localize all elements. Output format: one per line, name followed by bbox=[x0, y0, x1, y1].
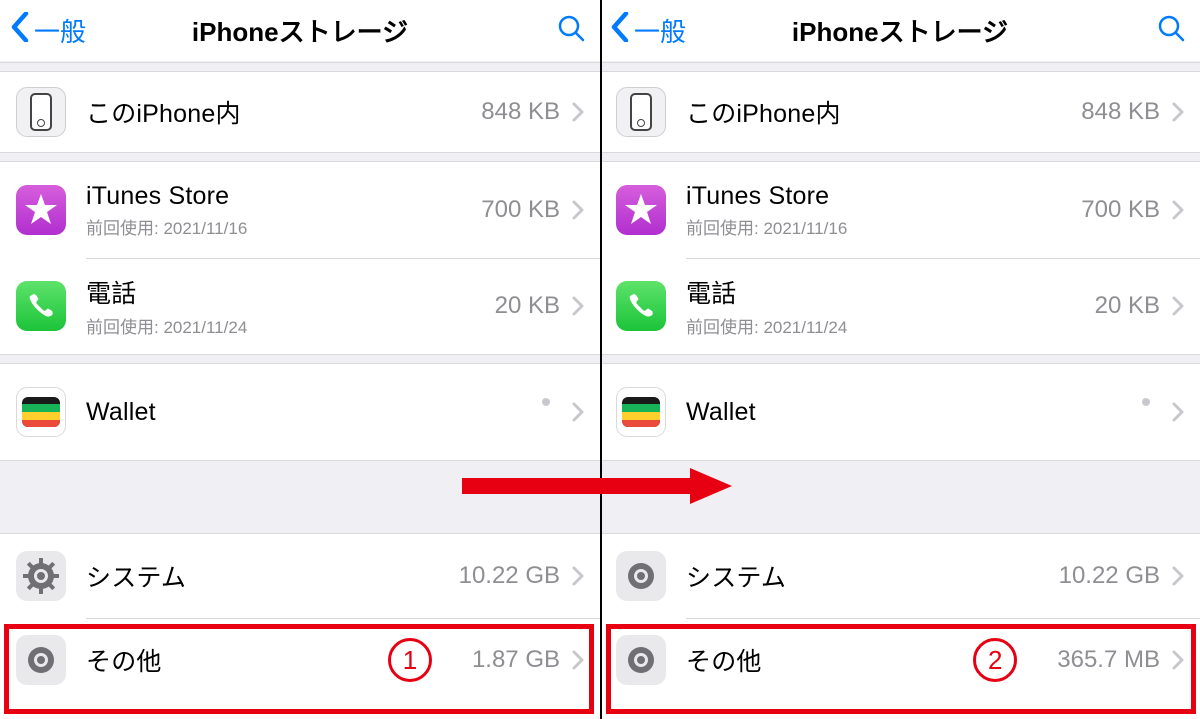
row-size: 20 KB bbox=[1095, 292, 1160, 320]
chevron-right-icon bbox=[572, 402, 584, 422]
section-separator bbox=[0, 354, 600, 364]
row-size: 20 KB bbox=[495, 292, 560, 320]
row-subtitle: 前回使用: 2021/11/24 bbox=[86, 313, 495, 338]
app-list: このiPhone内 848 KB iTunes Store 前回使用: 2021/… bbox=[600, 72, 1200, 460]
star-icon bbox=[16, 185, 66, 235]
section-separator bbox=[600, 62, 1200, 72]
row-title: Wallet bbox=[686, 398, 1132, 427]
storage-row-system[interactable]: システム 10.22 GB bbox=[600, 534, 1200, 618]
back-button[interactable]: 一般 bbox=[10, 12, 86, 49]
row-title: 電話 bbox=[86, 274, 495, 310]
row-title: その他 bbox=[86, 642, 378, 678]
chevron-right-icon bbox=[1172, 566, 1184, 586]
row-size: 700 KB bbox=[481, 196, 560, 224]
chevron-right-icon bbox=[572, 296, 584, 316]
page-title: iPhoneストレージ bbox=[792, 12, 1008, 49]
search-icon bbox=[556, 30, 586, 47]
chevron-right-icon bbox=[572, 566, 584, 586]
storage-row-phone[interactable]: 電話前回使用: 2021/11/24 20 KB bbox=[600, 258, 1200, 354]
row-title: このiPhone内 bbox=[686, 94, 1081, 130]
page-title: iPhoneストレージ bbox=[192, 12, 408, 49]
chevron-left-icon bbox=[10, 12, 30, 49]
row-title: システム bbox=[86, 558, 459, 594]
phone-icon bbox=[616, 281, 666, 331]
wallet-icon bbox=[16, 387, 66, 437]
section-separator bbox=[600, 152, 1200, 162]
system-list: システム 10.22 GB その他 1 1.87 GB bbox=[0, 534, 600, 702]
chevron-right-icon bbox=[1172, 402, 1184, 422]
spinner-icon bbox=[1132, 398, 1160, 426]
callout-badge: 1 bbox=[388, 638, 432, 682]
system-list: システム 10.22 GB その他 2 365.7 MB bbox=[600, 534, 1200, 702]
chevron-right-icon bbox=[572, 200, 584, 220]
storage-row-wallet[interactable]: Wallet bbox=[600, 364, 1200, 460]
section-gap bbox=[0, 460, 600, 534]
navbar: 一般 iPhoneストレージ bbox=[0, 0, 600, 62]
spinner-icon bbox=[532, 398, 560, 426]
gear-icon bbox=[616, 551, 666, 601]
storage-row-system[interactable]: システム 10.22 GB bbox=[0, 534, 600, 618]
row-size: 10.22 GB bbox=[459, 562, 560, 590]
storage-row-oniphone[interactable]: このiPhone内 848 KB bbox=[600, 72, 1200, 152]
row-title: iTunes Store bbox=[86, 182, 481, 211]
row-size: 365.7 MB bbox=[1057, 646, 1160, 674]
storage-row-itunes[interactable]: iTunes Store 前回使用: 2021/11/16 700 KB bbox=[600, 162, 1200, 258]
chevron-right-icon bbox=[1172, 650, 1184, 670]
search-button[interactable] bbox=[1156, 13, 1186, 48]
storage-row-other[interactable]: その他 1 1.87 GB bbox=[0, 618, 600, 702]
chevron-left-icon bbox=[610, 12, 630, 49]
row-title: その他 bbox=[686, 642, 963, 678]
chevron-right-icon bbox=[1172, 102, 1184, 122]
storage-row-itunes[interactable]: iTunes Store 前回使用: 2021/11/16 700 KB bbox=[0, 162, 600, 258]
row-size: 10.22 GB bbox=[1059, 562, 1160, 590]
back-label: 一般 bbox=[34, 12, 86, 49]
pane-divider bbox=[600, 0, 602, 719]
row-size: 848 KB bbox=[1081, 98, 1160, 126]
star-icon bbox=[616, 185, 666, 235]
row-title: Wallet bbox=[86, 398, 532, 427]
row-title: 電話 bbox=[686, 274, 1095, 310]
row-size: 1.87 GB bbox=[472, 646, 560, 674]
chevron-right-icon bbox=[572, 650, 584, 670]
storage-row-oniphone[interactable]: このiPhone内 848 KB bbox=[0, 72, 600, 152]
row-title: このiPhone内 bbox=[86, 94, 481, 130]
wallet-icon bbox=[616, 387, 666, 437]
gear-icon bbox=[16, 635, 66, 685]
chevron-right-icon bbox=[1172, 296, 1184, 316]
callout-badge: 2 bbox=[973, 638, 1017, 682]
section-separator bbox=[600, 354, 1200, 364]
search-button[interactable] bbox=[556, 13, 586, 48]
oniphone-icon bbox=[16, 87, 66, 137]
back-button[interactable]: 一般 bbox=[610, 12, 686, 49]
phone-icon bbox=[16, 281, 66, 331]
pane-left: 一般 iPhoneストレージ このiPhone内 848 KB iTunes S… bbox=[0, 0, 600, 719]
storage-row-other[interactable]: その他 2 365.7 MB bbox=[600, 618, 1200, 702]
gear-icon bbox=[16, 551, 66, 601]
navbar: 一般 iPhoneストレージ bbox=[600, 0, 1200, 62]
row-size: 848 KB bbox=[481, 98, 560, 126]
row-size: 700 KB bbox=[1081, 196, 1160, 224]
storage-row-wallet[interactable]: Wallet bbox=[0, 364, 600, 460]
back-label: 一般 bbox=[634, 12, 686, 49]
search-icon bbox=[1156, 30, 1186, 47]
chevron-right-icon bbox=[572, 102, 584, 122]
row-title: iTunes Store bbox=[686, 182, 1081, 211]
row-subtitle: 前回使用: 2021/11/16 bbox=[686, 214, 1081, 239]
section-gap bbox=[600, 460, 1200, 534]
gear-icon bbox=[616, 635, 666, 685]
section-separator bbox=[0, 62, 600, 72]
app-list: このiPhone内 848 KB iTunes Store 前回使用: 2021/… bbox=[0, 72, 600, 460]
pane-right: 一般 iPhoneストレージ このiPhone内 848 KB iTunes S… bbox=[600, 0, 1200, 719]
chevron-right-icon bbox=[1172, 200, 1184, 220]
storage-row-phone[interactable]: 電話前回使用: 2021/11/24 20 KB bbox=[0, 258, 600, 354]
oniphone-icon bbox=[616, 87, 666, 137]
row-subtitle: 前回使用: 2021/11/16 bbox=[86, 214, 481, 239]
row-title: システム bbox=[686, 558, 1059, 594]
row-subtitle: 前回使用: 2021/11/24 bbox=[686, 313, 1095, 338]
section-separator bbox=[0, 152, 600, 162]
